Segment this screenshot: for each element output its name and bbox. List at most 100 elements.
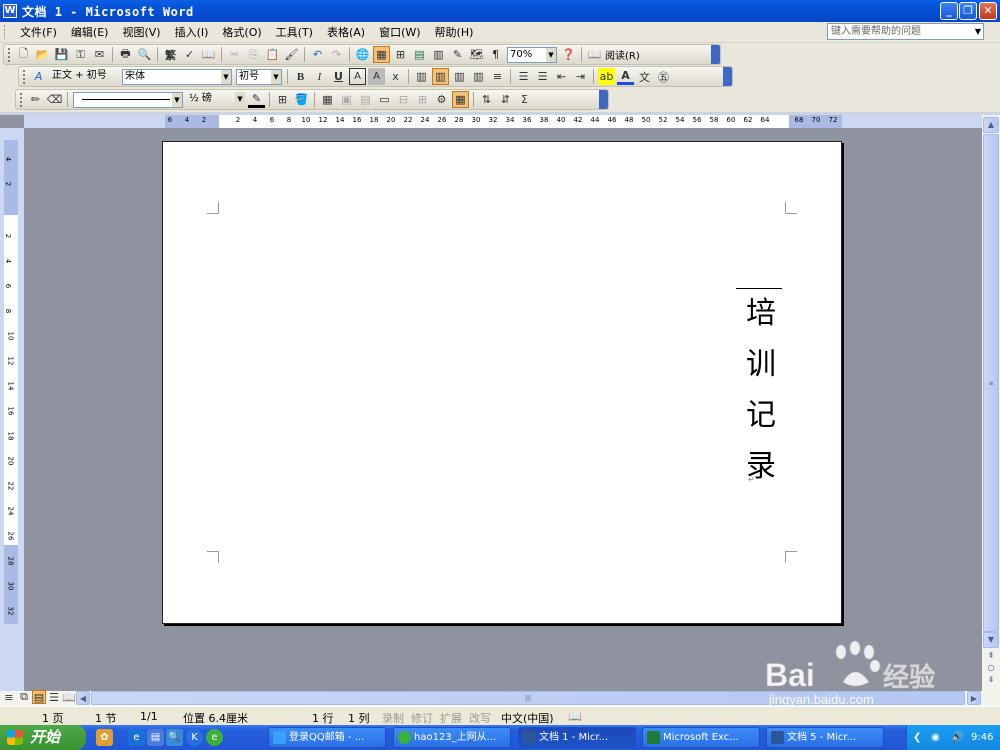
insert-table-icon[interactable]: ▦ — [319, 91, 336, 108]
print-icon[interactable]: 🖶 — [117, 46, 134, 63]
merge-cells-icon[interactable]: ▣ — [338, 91, 355, 108]
open-folder-icon[interactable]: 📂 — [34, 46, 51, 63]
character-border-icon[interactable]: A — [349, 68, 366, 85]
scroll-down-button[interactable]: ▼ — [983, 632, 999, 648]
traditional-chinese-icon[interactable]: 繁 — [162, 46, 179, 63]
outline-view-icon[interactable]: ☰ — [47, 690, 61, 704]
character-scaling-icon[interactable]: ⅹ — [387, 68, 404, 85]
autosum-icon[interactable]: Σ — [516, 91, 533, 108]
status-extend[interactable]: 扩展 — [440, 710, 462, 726]
quicklaunch-search-icon[interactable]: 🔍 — [166, 729, 183, 746]
tray-app-icon[interactable]: ◉ — [931, 725, 940, 750]
insert-table-icon[interactable]: ⊞ — [392, 46, 409, 63]
toolbar-grip-handle[interactable] — [8, 47, 11, 62]
reading-layout-view-icon[interactable]: 📖 — [62, 690, 76, 704]
spelling-status-icon[interactable]: 📖 — [568, 710, 582, 723]
style-select[interactable]: 正文 + 初号 — [50, 69, 118, 85]
increase-indent-icon[interactable]: ⇥ — [572, 68, 589, 85]
help-dropdown-arrow-icon[interactable]: ▼ — [975, 24, 981, 39]
vertical-ruler[interactable]: 4 2 2 4 6 8 10 12 14 16 18 20 22 24 26 28 30 32 — [4, 140, 18, 624]
quicklaunch-app-icon[interactable]: ✿ — [96, 729, 113, 746]
tables-borders-icon[interactable]: ▦ — [373, 46, 390, 63]
scroll-thumb[interactable]: ≡ — [983, 134, 999, 632]
distributed-icon[interactable]: ▥ — [470, 68, 487, 85]
font-size-dropdown-arrow-icon[interactable]: ▼ — [271, 69, 281, 84]
menu-edit[interactable]: 编辑(E) — [64, 23, 116, 42]
word-app-icon[interactable]: W — [3, 4, 17, 18]
scroll-up-button[interactable]: ▲ — [983, 117, 999, 133]
task-qq-mail[interactable]: 登录QQ邮箱 - ... — [268, 727, 386, 748]
start-button[interactable]: 开始 — [0, 725, 86, 750]
phonetic-guide-icon[interactable]: 文 — [636, 68, 653, 85]
document-page[interactable]: 培 训 记 录 ↵ — [162, 141, 842, 624]
status-track-changes[interactable]: 修订 — [411, 710, 433, 726]
normal-view-icon[interactable]: ≡ — [2, 690, 16, 704]
format-painter-icon[interactable]: 🖌 — [283, 46, 300, 63]
menu-tools[interactable]: 工具(T) — [269, 23, 320, 42]
save-icon[interactable]: 💾 — [53, 46, 70, 63]
help-search-input[interactable]: 键入需要帮助的问题 ▼ — [827, 23, 984, 40]
show-gridlines-icon[interactable]: ▦ — [452, 91, 469, 108]
line-weight-dropdown-arrow-icon[interactable]: ▼ — [235, 91, 245, 106]
line-spacing-icon[interactable]: ≡ — [489, 68, 506, 85]
tray-expand-icon[interactable]: ❮ — [913, 725, 921, 750]
menu-window[interactable]: 窗口(W) — [372, 23, 427, 42]
quicklaunch-doc-icon[interactable]: ▤ — [147, 729, 164, 746]
font-select[interactable]: 宋体 ▼ — [122, 68, 232, 85]
distribute-rows-icon[interactable]: ⊟ — [395, 91, 412, 108]
task-word-doc5[interactable]: 文档 5 - Micr... — [766, 727, 884, 748]
highlight-icon[interactable]: ab — [598, 68, 615, 85]
paste-icon[interactable]: 📋 — [264, 46, 281, 63]
line-weight-select[interactable]: ½ 磅 ▼ — [187, 91, 245, 108]
hyperlink-icon[interactable]: 🌐 — [354, 46, 371, 63]
zoom-dropdown-arrow-icon[interactable]: ▼ — [546, 47, 556, 62]
drawing-icon[interactable]: ✎ — [449, 46, 466, 63]
font-color-icon[interactable]: A — [617, 68, 634, 85]
menu-insert[interactable]: 插入(I) — [168, 23, 216, 42]
menu-format[interactable]: 格式(O) — [215, 23, 268, 42]
align-center-icon[interactable]: ▥ — [432, 68, 449, 85]
clock[interactable]: 9:46 — [971, 725, 993, 750]
quicklaunch-k-icon[interactable]: K — [186, 729, 203, 746]
minimize-button[interactable]: _ — [940, 2, 958, 20]
eraser-icon[interactable]: ⌫ — [46, 91, 63, 108]
task-excel[interactable]: Microsoft Exc... — [642, 727, 760, 748]
menu-grip-handle[interactable] — [4, 25, 7, 39]
font-size-select[interactable]: 初号 ▼ — [236, 68, 282, 85]
align-left-icon[interactable]: ▥ — [413, 68, 430, 85]
bullets-icon[interactable]: ☰ — [534, 68, 551, 85]
spelling-icon[interactable]: ✓ — [181, 46, 198, 63]
task-hao123[interactable]: hao123_上网从... — [393, 727, 511, 748]
toolbar-grip-handle[interactable] — [23, 69, 26, 84]
menu-table[interactable]: 表格(A) — [320, 23, 372, 42]
autoformat-icon[interactable]: ⚙ — [433, 91, 450, 108]
menu-help[interactable]: 帮助(H) — [428, 23, 481, 42]
web-layout-view-icon[interactable]: ⧉ — [17, 690, 31, 704]
document-map-icon[interactable]: 🗺 — [468, 46, 485, 63]
redo-icon[interactable]: ↷ — [328, 46, 345, 63]
insert-excel-icon[interactable]: ▤ — [411, 46, 428, 63]
undo-icon[interactable]: ↶ — [309, 46, 326, 63]
character-shading-icon[interactable]: A — [368, 68, 385, 85]
restore-button[interactable]: ❐ — [959, 2, 977, 20]
sort-descending-icon[interactable]: ⇵ — [497, 91, 514, 108]
show-hide-icon[interactable]: ¶ — [487, 46, 504, 63]
toolbar-options-icon[interactable] — [599, 90, 608, 109]
ie-browser-icon[interactable]: e — [128, 729, 145, 746]
split-cells-icon[interactable]: ▤ — [357, 91, 374, 108]
doc-char-3[interactable]: 记 — [741, 390, 781, 434]
scroll-left-button[interactable]: ◀ — [76, 691, 90, 705]
distribute-columns-icon[interactable]: ⊞ — [414, 91, 431, 108]
copy-icon[interactable]: ⎘ — [245, 46, 262, 63]
new-document-icon[interactable]: 🗋 — [15, 46, 32, 63]
shading-color-icon[interactable]: 🪣 — [293, 91, 310, 108]
doc-char-1[interactable]: 培 — [741, 288, 781, 332]
decrease-indent-icon[interactable]: ⇤ — [553, 68, 570, 85]
research-icon[interactable]: 📖 — [200, 46, 217, 63]
toolbar-grip-handle[interactable] — [20, 92, 23, 107]
menu-view[interactable]: 视图(V) — [115, 23, 167, 42]
print-preview-icon[interactable]: 🔍 — [136, 46, 153, 63]
cut-icon[interactable]: ✂ — [226, 46, 243, 63]
task-word-doc1[interactable]: 文档 1 - Micr... — [518, 727, 636, 748]
horizontal-ruler[interactable]: 6 4 2 2 4 6 8 10 12 14 16 18 20 22 24 26 28 30 32 34 36 38 40 4… — [24, 115, 982, 128]
